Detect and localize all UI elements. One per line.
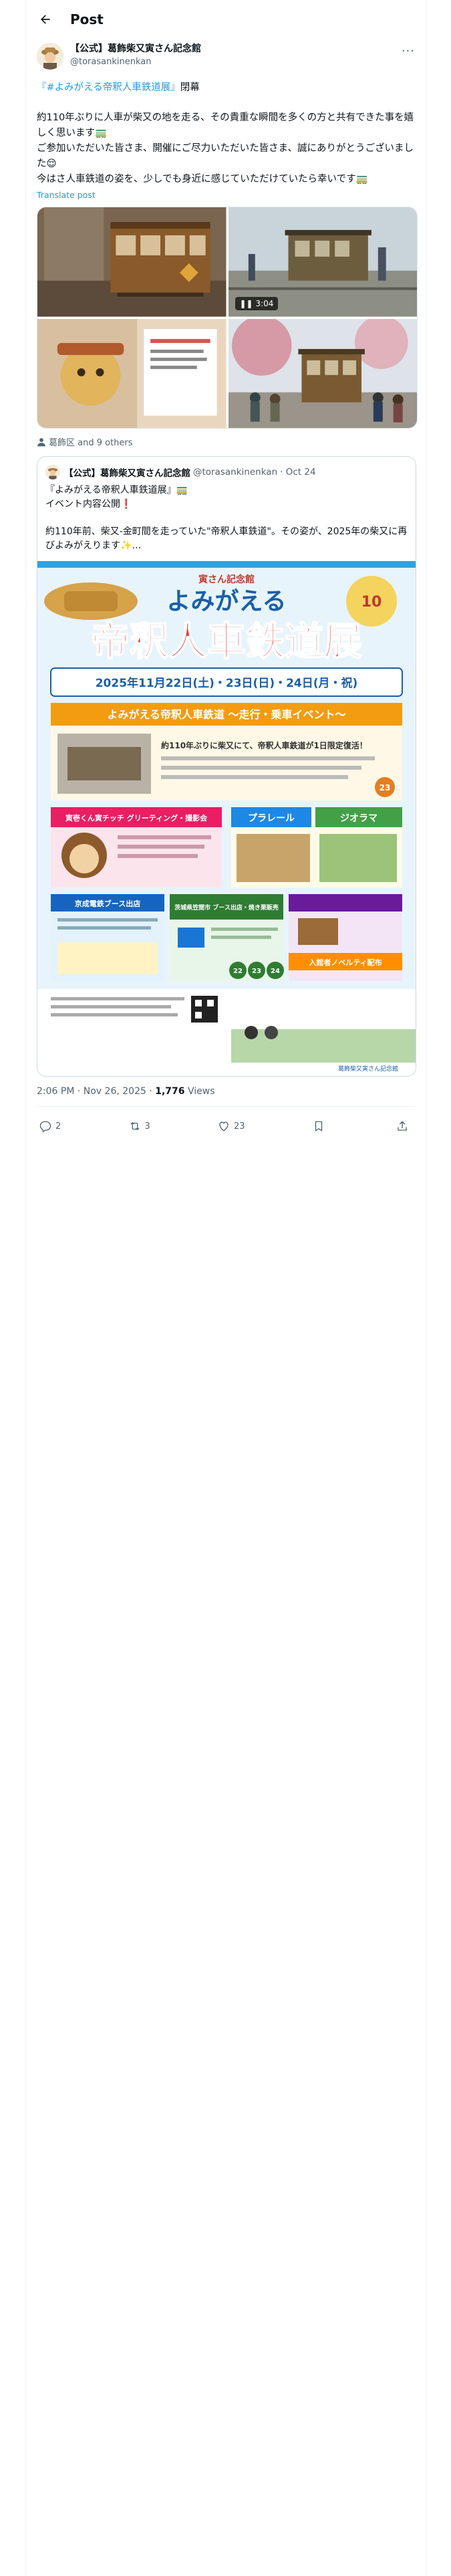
quote-handle: @torasankinenkan bbox=[193, 467, 278, 477]
quote-display-name: 【公式】葛飾柴又寅さん記念館 bbox=[64, 468, 190, 479]
post-line: 約110年ぶりに人車が柴又の地を走る、その貴重な瞬間を多くの方と共有できた事を嬉… bbox=[37, 112, 414, 138]
top-bar: Post bbox=[26, 0, 426, 39]
quote-line: イベント内容公開❗ bbox=[45, 499, 132, 510]
avatar[interactable] bbox=[37, 43, 63, 70]
post-line1-rest: 閉幕 bbox=[180, 82, 200, 93]
post-line: ご参加いただいた皆さま、開催にご尽力いただいた皆さま、誠にありがとうございました… bbox=[37, 143, 414, 169]
bookmark-icon bbox=[315, 1121, 322, 1132]
flyer-sec-a: 寅壱くん寅チッチ グリーティング・撮影会 bbox=[65, 813, 208, 823]
like-count: 23 bbox=[234, 1121, 245, 1132]
tagged-users[interactable]: 葛飾区 and 9 others bbox=[37, 435, 415, 448]
flyer-footer: 葛飾柴又寅さん記念館 bbox=[338, 1065, 398, 1073]
photo-tram-museum[interactable] bbox=[37, 207, 227, 317]
media-grid: ❚❚ 3:04 bbox=[37, 207, 418, 429]
photo-mascot-sign[interactable] bbox=[37, 318, 227, 428]
tagged-label: 葛飾区 and 9 others bbox=[49, 438, 133, 448]
quote-avatar bbox=[45, 465, 60, 479]
flyer-top-tag: 寅さん記念館 bbox=[198, 574, 255, 585]
bookmark-button[interactable] bbox=[313, 1120, 329, 1132]
flyer-desc: 約110年ぶりに柴又にて、帝釈人車鉄道が1日限定復活！ bbox=[161, 740, 367, 750]
quote-line: 約110年前、柴又-金町間を走っていた"帝釈人車鉄道"。その姿が、2025年の柴… bbox=[45, 526, 408, 551]
repost-icon bbox=[130, 1121, 139, 1131]
svg-text:24: 24 bbox=[271, 968, 280, 975]
post: 【公式】葛飾柴又寅さん記念館 @torasankinenkan ··· 『#よみ… bbox=[26, 39, 426, 1146]
views-count: 1,776 bbox=[155, 1086, 185, 1097]
flyer-dates: 2025年11月22日(土)・23日(日)・24日(月・祝) bbox=[96, 676, 358, 690]
post-line: 今はさ人車鉄道の姿を、少しでも身近に感じていただけていたら幸いです🚃 bbox=[37, 174, 368, 185]
svg-text:23: 23 bbox=[380, 783, 391, 792]
post-meta: 2:06 PM · Nov 26, 2025 · 1,776 Views bbox=[37, 1086, 415, 1097]
quote-date: · Oct 24 bbox=[280, 467, 316, 477]
action-bar: 2 3 23 bbox=[37, 1106, 415, 1146]
person-icon bbox=[37, 437, 45, 446]
flyer-day-badges: 22 23 24 bbox=[229, 962, 284, 979]
back-arrow-icon bbox=[41, 15, 50, 24]
flyer-sec-d: 京成電鉄ブース出店 bbox=[75, 899, 140, 908]
repost-button[interactable]: 3 bbox=[129, 1120, 150, 1132]
like-button[interactable]: 23 bbox=[218, 1120, 245, 1132]
flyer-sec-e: 茨城県笠間市 ブース出店・焼き栗販売 bbox=[174, 903, 279, 911]
flyer-banner: よみがえる帝釈人車鉄道 〜走行・乗車イベント〜 bbox=[107, 708, 345, 721]
tora-san-avatar-icon bbox=[37, 43, 63, 70]
flyer-title-small: よみがえる bbox=[167, 588, 287, 615]
translate-post-link[interactable]: Translate post bbox=[37, 190, 415, 200]
svg-text:10: 10 bbox=[361, 594, 382, 611]
quote-text: 『よみがえる帝釈人車鉄道展』🚃 イベント内容公開❗ 約110年前、柴又-金町間を走… bbox=[37, 479, 416, 561]
flyer-sec-c: ジオラマ bbox=[340, 813, 378, 824]
reply-icon bbox=[39, 1121, 51, 1132]
main-column: Post 【公式】葛飾柴又寅さん記念館 @torasankinenkan ···… bbox=[25, 0, 426, 2576]
repost-count: 3 bbox=[144, 1121, 150, 1132]
photo-tram-crowd[interactable] bbox=[228, 318, 417, 428]
timestamp[interactable]: 2:06 PM · Nov 26, 2025 · bbox=[37, 1086, 152, 1097]
back-button[interactable] bbox=[34, 8, 57, 31]
post-paragraph: 約110年ぶりに人車が柴又の地を走る、その貴重な瞬間を多くの方と共有できた事を嬉… bbox=[37, 110, 415, 187]
share-icon bbox=[398, 1121, 407, 1131]
flyer-sec-b: プラレール bbox=[248, 813, 295, 824]
event-flyer-image[interactable]: 10 寅さん記念館 よみがえる 帝釈人車鉄道展 2025年11月22日(土)・2… bbox=[37, 561, 416, 1076]
reply-count: 2 bbox=[55, 1121, 61, 1132]
more-options-icon[interactable]: ··· bbox=[402, 44, 415, 58]
video-tram-outdoor[interactable]: ❚❚ 3:04 bbox=[228, 207, 417, 317]
flyer-sec-f: 入館者ノベルティ配布 bbox=[309, 958, 382, 967]
quote-header: 【公式】葛飾柴又寅さん記念館 @torasankinenkan · Oct 24 bbox=[37, 457, 416, 479]
display-name[interactable]: 【公式】葛飾柴又寅さん記念館 bbox=[70, 43, 201, 56]
video-duration-badge: ❚❚ 3:04 bbox=[235, 296, 279, 310]
svg-text:22: 22 bbox=[233, 968, 243, 975]
post-author: 【公式】葛飾柴又寅さん記念館 @torasankinenkan ··· bbox=[37, 43, 415, 70]
quoted-post[interactable]: 【公式】葛飾柴又寅さん記念館 @torasankinenkan · Oct 24… bbox=[37, 456, 416, 1077]
handle[interactable]: @torasankinenkan bbox=[70, 56, 201, 68]
tora-san-avatar-icon bbox=[45, 465, 60, 479]
reply-button[interactable]: 2 bbox=[39, 1120, 61, 1132]
share-button[interactable] bbox=[396, 1120, 412, 1132]
post-text: 『#よみがえる帝釈人車鉄道展』閉幕 約110年ぶりに人車が柴又の地を走る、その貴… bbox=[37, 80, 415, 187]
svg-text:23: 23 bbox=[252, 968, 261, 975]
quote-line: 『よみがえる帝釈人車鉄道展』🚃 bbox=[45, 485, 188, 496]
heart-icon bbox=[219, 1121, 229, 1132]
views-label: Views bbox=[187, 1086, 215, 1097]
hashtag-link[interactable]: 『#よみがえる帝釈人車鉄道展』 bbox=[37, 82, 180, 93]
flyer-title-big: 帝釈人車鉄道展 bbox=[91, 619, 362, 664]
page-title: Post bbox=[70, 11, 104, 27]
